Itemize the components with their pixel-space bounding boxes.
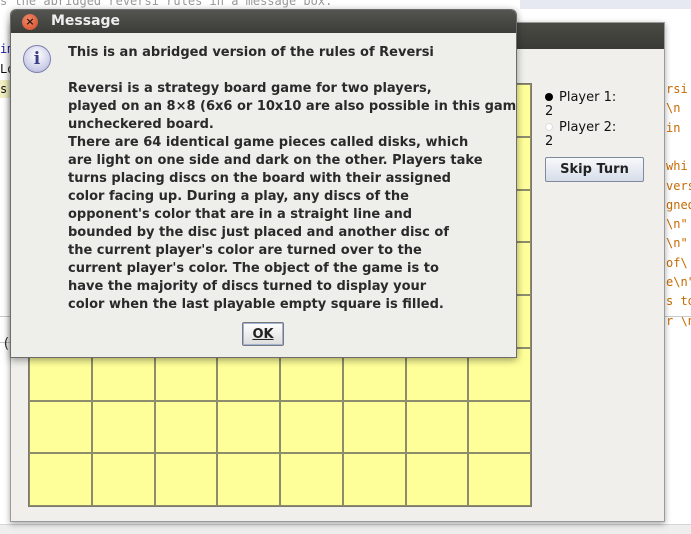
board-cell[interactable] [342, 400, 406, 454]
dialog-text-line [68, 62, 516, 80]
board-cell[interactable] [405, 400, 469, 454]
editor-right-code-fragment: of\ [666, 255, 688, 270]
dialog-text-line: There are 64 identical game pieces calle… [68, 135, 469, 150]
dialog-titlebar[interactable]: × Message [11, 10, 516, 33]
dialog-text-line: turns placing discs on the board with th… [68, 171, 451, 186]
board-cell[interactable] [29, 400, 92, 454]
dialog-text-line: Reversi is a strategy board game for two… [68, 81, 432, 96]
skip-turn-button[interactable]: Skip Turn [545, 157, 644, 182]
dialog-text-line: bounded by the disc just placed and anot… [68, 225, 449, 240]
editor-top-strip [520, 0, 691, 9]
dialog-text-line: the current player's color are turned ov… [68, 243, 422, 258]
editor-right-code-fragment: \n [666, 101, 681, 116]
dialog-text-line: opponent's color that are in a straight … [68, 207, 412, 222]
dialog-title: Message [51, 13, 121, 29]
player-2-label: Player 2: [559, 119, 617, 135]
dialog-message-text: This is an abridged version of the rules… [68, 44, 517, 314]
editor-right-code-fragment: whi [666, 159, 688, 174]
dialog-text-line: current player's color. The object of th… [68, 261, 439, 276]
board-cell[interactable] [405, 453, 469, 506]
player-1-disc-icon [545, 93, 553, 101]
ok-button[interactable]: OK [242, 322, 284, 346]
dialog-text-line: This is an abridged version of the rules… [68, 45, 434, 60]
close-icon[interactable]: × [22, 14, 38, 30]
player-1-label: Player 1: [559, 89, 617, 105]
dialog-text-line: are light on one side and dark on the ot… [68, 153, 483, 168]
board-cell[interactable] [217, 400, 280, 454]
dialog-text-line: played on an 8×8 (6x6 or 10x10 are also … [68, 99, 517, 114]
editor-right-code-fragment: vers [666, 178, 691, 193]
editor-right-code-fragment: \n" [666, 217, 688, 232]
player-2-score: 2 [545, 134, 554, 149]
player-1-block: Player 1: 2 [545, 89, 655, 119]
editor-right-code-fragment: in [666, 120, 681, 135]
editor-right-code-fragment: gned [666, 197, 691, 212]
board-cell[interactable] [217, 453, 280, 506]
board-cell[interactable] [342, 453, 406, 506]
editor-right-code-fragment: rsi [666, 82, 688, 96]
dialog-text-line: color facing up. During a play, any disc… [68, 189, 409, 204]
player-2-row: Player 2: [545, 119, 655, 135]
board-cell[interactable] [29, 453, 92, 506]
player-2-block: Player 2: 2 [545, 119, 655, 149]
editor-top-code-line: s the abridged reversi rules in a messag… [0, 0, 333, 8]
board-cell[interactable] [280, 453, 343, 506]
board-cell[interactable] [280, 400, 343, 454]
player-1-score: 2 [545, 104, 554, 119]
player-1-row: Player 1: [545, 89, 655, 105]
message-dialog: × Message i This is an abridged version … [10, 9, 517, 358]
player-panel: Player 1: 2 Player 2: 2 Skip Turn [545, 89, 655, 182]
dialog-text-line: uncheckered board. [68, 117, 214, 132]
editor-status-bar [0, 524, 691, 534]
board-cell[interactable] [468, 400, 531, 454]
board-cell[interactable] [468, 453, 531, 506]
editor-right-code-fragment: \n" [666, 236, 688, 251]
player-2-disc-icon [545, 123, 553, 131]
board-cell[interactable] [154, 400, 218, 454]
info-icon: i [23, 45, 51, 73]
editor-left-code-fragment: s [0, 82, 8, 96]
editor-right-code-fragment: s to [666, 294, 691, 309]
editor-right-code-fragment: e\n" [666, 275, 691, 289]
board-cell[interactable] [91, 453, 155, 506]
dialog-text-line: color when the last playable empty squar… [68, 297, 444, 312]
dialog-text-line: have the majority of discs turned to dis… [68, 279, 427, 294]
board-cell[interactable] [154, 453, 218, 506]
board-cell[interactable] [91, 400, 155, 454]
